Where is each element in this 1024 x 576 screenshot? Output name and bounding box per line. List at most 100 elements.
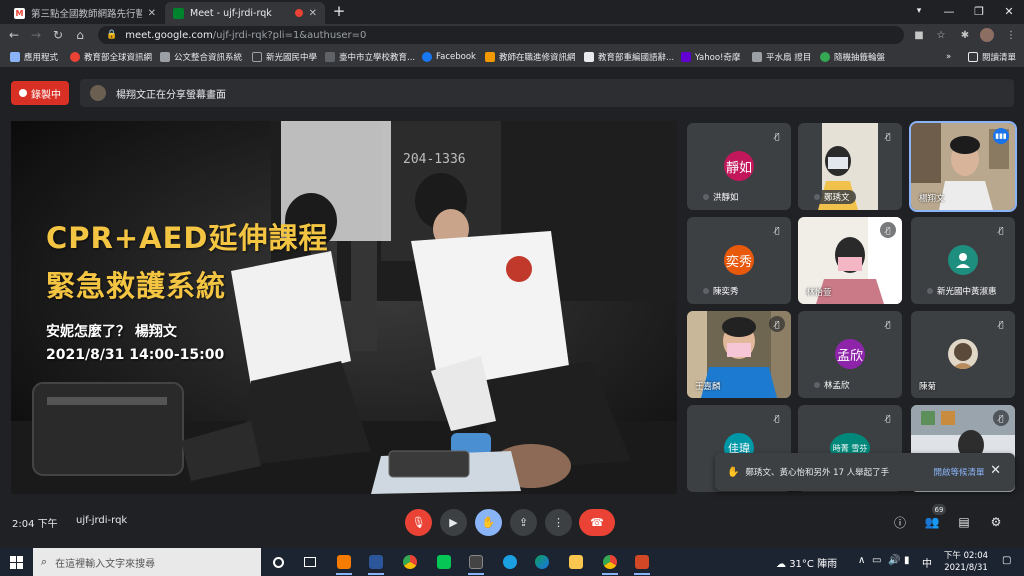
tab-meet[interactable]: Meet - ujf-jrdi-rqk ✕ (165, 2, 325, 24)
bookmark-star-icon[interactable]: ☆ (934, 28, 948, 42)
presenting-text: 楊翔文正在分享螢幕畫面 (116, 89, 226, 101)
bookmark-pingshui[interactable]: 平水扇 證目 (752, 50, 811, 64)
new-tab-button[interactable]: + (326, 0, 352, 22)
tray-expand-icon[interactable]: ∧ (858, 555, 865, 566)
camera-toggle-button[interactable]: ▶ (440, 509, 467, 536)
slide-title-line2: 緊急救護系統 (46, 269, 227, 303)
tab-teacher-network[interactable]: M 第三點全國教師網路先行暫停報名 ✕ (6, 2, 164, 24)
cortana-icon[interactable] (266, 552, 290, 572)
bookmark-facebook[interactable]: Facebook (422, 50, 476, 64)
participant-tile[interactable]: 🎙̸ 陳菊 (911, 311, 1015, 398)
line-icon[interactable] (432, 552, 456, 572)
notification-icon[interactable]: ▢ (1002, 555, 1011, 566)
bookmark-yahoo[interactable]: Yahoo!奇摩 (681, 50, 740, 64)
participant-tile[interactable]: 🎙̸ 王嘉麟 (687, 311, 791, 398)
extensions-icon[interactable]: ✱ (958, 28, 972, 42)
page-icon (252, 52, 262, 62)
show-everyone-button[interactable]: 👥 (922, 512, 942, 532)
mic-off-icon: 🎙̸ (774, 225, 780, 235)
edge-icon[interactable] (530, 552, 554, 572)
meeting-time: 2:04 下午 (12, 519, 58, 530)
battery-icon[interactable]: ▮ (904, 555, 910, 566)
more-options-button[interactable]: ⋮ (545, 509, 572, 536)
participant-tile[interactable]: 奕秀 🎙̸ 陳奕秀 (687, 217, 791, 304)
close-window-button[interactable]: ✕ (994, 0, 1024, 22)
slide-datetime: 2021/8/31 14:00-15:00 (46, 347, 225, 363)
profile-avatar[interactable] (980, 28, 994, 42)
chrome-icon[interactable] (398, 552, 422, 572)
chrome-meet-icon[interactable] (598, 552, 622, 575)
url-path: /ujf-jrdi-rqk?pli=1&authuser=0 (212, 29, 367, 41)
weather-widget[interactable]: ☁ 31°C 陣雨 (776, 555, 837, 570)
mic-off-icon: 🎙̸ (885, 131, 891, 141)
network-icon[interactable]: ▭ (872, 555, 881, 566)
system-clock[interactable]: 下午 02:04 2021/8/31 (942, 550, 990, 574)
word-icon[interactable] (364, 552, 388, 575)
task-view-icon[interactable] (298, 552, 322, 572)
open-queue-link[interactable]: 開啟等候清單 (933, 466, 984, 478)
forward-icon[interactable]: → (26, 26, 46, 44)
bookmark-moe[interactable]: 教育部全球資訊網 (70, 50, 152, 64)
start-button[interactable] (0, 548, 32, 576)
reload-icon[interactable]: ↻ (48, 26, 68, 44)
clock-time: 下午 02:04 (943, 551, 989, 561)
ime-indicator[interactable]: 中 (922, 555, 932, 570)
bookmarks-more-button[interactable]: » (946, 50, 951, 64)
teacher-training-icon (485, 52, 495, 62)
bookmark-school[interactable]: 新光國民中學 (252, 50, 317, 64)
internet-explorer-icon[interactable] (498, 552, 522, 572)
participant-tile-speaking[interactable]: ▮▮▮ 楊翔文 (909, 121, 1017, 212)
bookmark-label: 教育部全球資訊網 (84, 53, 153, 63)
menu-icon[interactable]: ⋮ (1004, 28, 1018, 42)
presenter-avatar (90, 85, 106, 101)
presentation-stage[interactable]: 204-1336 CPR+AED延伸課程 緊急救護系統 安妮怎麼了？ 楊翔文 2… (11, 121, 677, 494)
close-tab-icon[interactable]: ✕ (148, 8, 156, 19)
meeting-code[interactable]: ujf-jrdi-rqk (76, 515, 127, 526)
participant-tile[interactable]: 🎙̸ 林怡萱 (798, 217, 902, 304)
camera-in-use-icon[interactable]: ■ (912, 28, 926, 42)
participant-name: 新光國中黃淑惠 (923, 284, 1003, 298)
activities-button[interactable]: ⚙ (986, 512, 1006, 532)
participant-tile[interactable]: 孟欣 🎙̸ 林孟欣 (798, 311, 902, 398)
monitor-app-icon[interactable] (464, 552, 488, 575)
mic-off-icon: 🎙̸ (769, 316, 785, 332)
people-icon: 👥 (924, 515, 940, 529)
back-icon[interactable]: ← (4, 26, 24, 44)
outlook-icon[interactable] (332, 552, 356, 575)
taskbar-search[interactable]: ⌕ 在這裡輸入文字來搜尋 (33, 548, 261, 576)
meeting-details-button[interactable]: ⓘ (890, 512, 910, 532)
recording-badge[interactable]: 錄製中 (11, 81, 69, 105)
restore-button[interactable]: ❐ (964, 0, 994, 22)
file-explorer-icon[interactable] (564, 552, 588, 572)
raise-hand-button[interactable]: ✋ (475, 509, 502, 536)
participant-avatar: 孟欣 (835, 339, 865, 369)
search-icon: ⌕ (41, 555, 48, 568)
reading-list-button[interactable]: 閱讀清單 (968, 50, 1016, 64)
bookmark-apps[interactable]: 應用程式 (10, 50, 58, 64)
home-icon[interactable]: ⌂ (70, 26, 90, 44)
chat-button[interactable]: ▤ (954, 512, 974, 532)
volume-icon[interactable]: 🔊 (888, 555, 900, 566)
url-bar[interactable]: 🔒 meet.google.com /ujf-jrdi-rqk?pli=1&au… (98, 26, 904, 44)
leave-call-button[interactable]: ☎ (579, 509, 615, 536)
close-notification-icon[interactable]: ✕ (990, 463, 1001, 478)
present-now-button[interactable]: ⇪ (510, 509, 537, 536)
bookmark-dictionary[interactable]: 教育部重編國語辭... (584, 50, 674, 64)
powerpoint-icon[interactable] (630, 552, 654, 575)
bookmark-document-system[interactable]: 公文整合資訊系統 (160, 50, 242, 64)
bookmark-label: 應用程式 (24, 53, 59, 63)
bookmark-lottery-wheel[interactable]: 隨機抽籤輪盤 (820, 50, 885, 64)
minimize-button[interactable]: — (934, 0, 964, 22)
participant-avatar: 靜如 (724, 151, 754, 181)
participant-tile[interactable]: 🎙̸ 鄭琇文 (798, 123, 902, 210)
bookmark-teacher-training[interactable]: 教師在職進修資訊網 (485, 50, 576, 64)
search-placeholder: 在這裡輸入文字來搜尋 (55, 558, 156, 570)
cloud-rain-icon: ☁ (776, 559, 786, 570)
participant-tile[interactable]: 🎙̸ 新光國中黃淑惠 (911, 217, 1015, 304)
bookmark-taichung[interactable]: 臺中市立學校教育... (325, 50, 415, 64)
tab-search-icon[interactable]: ▾ (904, 0, 934, 22)
present-screen-icon: ⇪ (518, 516, 529, 529)
participant-tile[interactable]: 靜如 🎙̸ 洪靜如 (687, 123, 791, 210)
mic-toggle-button[interactable]: 🎙 (405, 509, 432, 536)
close-tab-icon[interactable]: ✕ (309, 8, 317, 19)
